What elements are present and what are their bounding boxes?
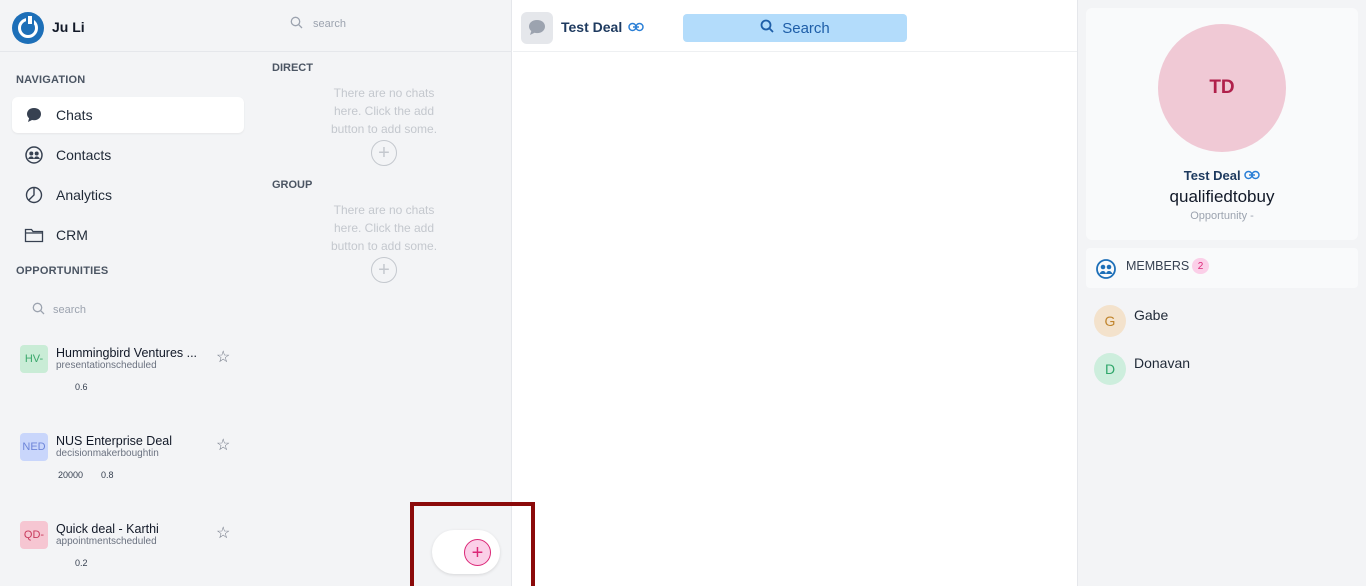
chat-bubble-icon [24, 105, 44, 125]
members-count-badge: 2 [1192, 258, 1209, 274]
member-name: Gabe [1134, 307, 1169, 323]
sidebar-item-contacts[interactable]: Contacts [12, 137, 244, 173]
opportunity-probability: 0.6 [75, 382, 88, 392]
navigation-section-label: NAVIGATION [16, 74, 86, 86]
link-icon [1244, 168, 1260, 183]
search-icon [760, 19, 774, 37]
opportunity-badge: HV- [20, 345, 48, 373]
direct-section-label: DIRECT [272, 62, 313, 74]
profile-type: Opportunity - [1190, 210, 1254, 222]
app-logo-icon[interactable] [12, 12, 44, 44]
opportunity-stage: presentationscheduled [56, 360, 157, 371]
sidebar-item-crm[interactable]: CRM [12, 217, 244, 253]
member-item[interactable]: D Donavan [1094, 353, 1190, 385]
search-placeholder: search [53, 304, 87, 316]
profile-name: Test Deal [1183, 168, 1241, 183]
search-icon [290, 16, 303, 32]
opportunities-section-label: OPPORTUNITIES [16, 265, 109, 277]
opportunity-metrics: 20000 0.8 [58, 470, 114, 480]
deal-avatar [521, 12, 553, 44]
search-button-label: Search [782, 19, 830, 37]
deal-title: Test Deal [561, 19, 623, 35]
opportunity-probability: 0.8 [101, 470, 114, 480]
member-item[interactable]: G Gabe [1094, 305, 1168, 337]
star-icon[interactable]: ☆ [216, 347, 230, 367]
opportunity-title: NUS Enterprise Deal [56, 434, 173, 448]
contacts-icon [24, 145, 44, 165]
analytics-pie-icon [24, 185, 44, 205]
profile-stage: qualifiedtobuy [1169, 187, 1275, 206]
opportunity-item[interactable]: QD- Quick deal - Karthi appointmentsched… [20, 521, 240, 586]
opportunity-title: Hummingbird Ventures ... [56, 346, 198, 360]
opportunity-item[interactable]: HV- Hummingbird Ventures ... presentatio… [20, 345, 240, 425]
member-name: Donavan [1134, 355, 1191, 371]
chat-bubble-icon [529, 20, 545, 35]
sidebar-item-label: Analytics [56, 187, 113, 203]
sidebar-item-label: Contacts [56, 147, 112, 163]
star-icon[interactable]: ☆ [216, 523, 230, 543]
search-button[interactable]: Search [683, 14, 907, 42]
sidebar-item-chats[interactable]: Chats [12, 97, 244, 133]
avatar: G [1094, 305, 1126, 337]
members-label: MEMBERS [1126, 259, 1190, 273]
opportunity-metrics: 0.6 [58, 382, 88, 392]
profile-name-link[interactable]: Test Deal [1086, 168, 1358, 183]
opportunity-stage: appointmentscheduled [56, 536, 157, 547]
group-section-label: GROUP [272, 179, 313, 191]
link-icon [628, 19, 644, 35]
opportunity-amount: 20000 [58, 470, 84, 480]
chats-search-input[interactable]: search [290, 16, 346, 32]
opportunity-probability: 0.2 [75, 558, 88, 568]
folder-icon [24, 225, 44, 245]
sidebar-item-analytics[interactable]: Analytics [12, 177, 244, 213]
search-placeholder: search [313, 18, 347, 30]
opportunity-badge: NED [20, 433, 48, 461]
group-empty-message: There are no chats here. Click the add b… [330, 203, 438, 253]
opportunity-badge: QD- [20, 521, 48, 549]
direct-empty-message: There are no chats here. Click the add b… [330, 86, 438, 136]
opportunities-search-input[interactable]: search [32, 302, 86, 318]
opportunity-stage: decisionmakerboughtin [56, 448, 159, 459]
opportunity-metrics: 0.2 [58, 558, 88, 568]
add-group-chat-button[interactable]: + [371, 257, 397, 283]
deal-title-link[interactable]: Test Deal [561, 19, 644, 35]
search-icon [32, 302, 45, 318]
star-icon[interactable]: ☆ [216, 435, 230, 455]
opportunity-item[interactable]: NED NUS Enterprise Deal decisionmakerbou… [20, 433, 240, 513]
members-icon [1096, 259, 1116, 279]
opportunity-title: Quick deal - Karthi [56, 522, 159, 536]
sidebar-item-label: CRM [56, 227, 88, 243]
user-name: Ju Li [52, 19, 85, 35]
add-direct-chat-button[interactable]: + [371, 140, 397, 166]
sidebar-item-label: Chats [56, 107, 93, 123]
avatar: D [1094, 353, 1126, 385]
deal-profile-avatar: TD [1158, 24, 1286, 152]
add-chat-fab-button[interactable]: + [464, 539, 491, 566]
